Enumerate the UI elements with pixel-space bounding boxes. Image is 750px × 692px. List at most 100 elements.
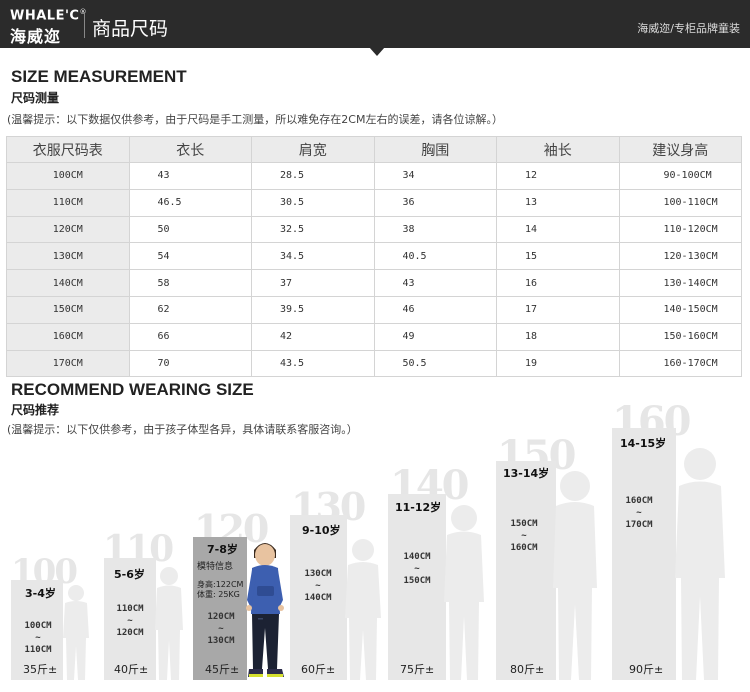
range-tilde: ~ xyxy=(218,624,224,634)
table-row: 140CM 58 37 43 16 130-140CM xyxy=(6,269,742,297)
table-cell: 39.5 xyxy=(251,295,375,324)
table-cell: 46.5 xyxy=(128,188,252,217)
height-to: 110CM xyxy=(24,645,52,655)
model-weight: 体重: 25KG xyxy=(197,590,240,599)
table-cell: 150-160CM xyxy=(618,322,742,351)
range-tilde: ~ xyxy=(315,581,321,591)
table-cell: 50.5 xyxy=(373,349,497,378)
weight-label-150: 80斤± xyxy=(510,663,545,676)
height-from: 110CM xyxy=(116,604,144,614)
table-cell: 100-110CM xyxy=(618,188,742,217)
table-cell: 32.5 xyxy=(251,215,375,244)
table-cell: 34 xyxy=(373,162,497,190)
range-tilde: ~ xyxy=(127,616,133,626)
table-cell: 62 xyxy=(128,295,252,324)
column-header-height: 建议身高 xyxy=(618,136,742,163)
range-tilde: ~ xyxy=(35,633,41,643)
child-silhouette-icon xyxy=(345,539,381,680)
age-label-100: 3-4岁 xyxy=(25,587,56,600)
table-cell: 43 xyxy=(128,162,252,190)
column-header-length: 衣长 xyxy=(128,136,252,163)
height-to: 170CM xyxy=(625,520,653,530)
wear-section-title-cn: 尺码推荐 xyxy=(11,403,60,417)
page-title: 商品尺码 xyxy=(92,18,169,40)
table-cell: 43 xyxy=(373,269,497,297)
size-section-title-en: SIZE MEASUREMENT xyxy=(11,67,187,86)
height-from: 150CM xyxy=(510,519,538,529)
weight-label-100: 35斤± xyxy=(23,663,58,676)
height-from: 160CM xyxy=(625,496,653,506)
table-cell: 160CM xyxy=(6,322,130,351)
table-cell: 120-130CM xyxy=(618,242,742,271)
header-pointer xyxy=(369,47,385,56)
table-cell: 150CM xyxy=(6,295,130,324)
height-range-140: 140CM ~150CM xyxy=(395,551,439,587)
size-bar-150 xyxy=(496,461,556,680)
table-cell: 140-150CM xyxy=(618,295,742,324)
height-from: 100CM xyxy=(24,621,52,631)
range-tilde: ~ xyxy=(414,564,420,574)
table-cell: 140CM xyxy=(6,269,130,297)
wear-section-title-en: RECOMMEND WEARING SIZE xyxy=(11,380,254,399)
brand-logo: WHALE'C® xyxy=(10,8,87,23)
height-range-110: 110CM ~120CM xyxy=(108,603,152,639)
child-silhouette-icon xyxy=(63,585,89,680)
page-header: WHALE'C® 海威迩 商品尺码 海威迩/专柜品牌童装 xyxy=(0,0,750,48)
height-from: 140CM xyxy=(403,552,431,562)
table-row: 120CM 50 32.5 38 14 110-120CM xyxy=(6,215,742,244)
table-cell: 13 xyxy=(496,188,620,217)
age-label-150: 13-14岁 xyxy=(503,467,550,480)
table-cell: 120CM xyxy=(6,215,130,244)
range-tilde: ~ xyxy=(636,508,642,518)
table-cell: 12 xyxy=(496,162,620,190)
weight-label-140: 75斤± xyxy=(400,663,435,676)
weight-label-160: 90斤± xyxy=(629,663,664,676)
store-name: 海威迩/专柜品牌童装 xyxy=(637,22,740,35)
size-bar-160 xyxy=(612,428,676,680)
height-to: 140CM xyxy=(304,593,332,603)
height-to: 160CM xyxy=(510,543,538,553)
wear-section-note: (温馨提示：以下仅供参考，由于孩子体型各异，具体请联系客服咨询。） xyxy=(7,423,358,436)
height-range-130: 130CM ~140CM xyxy=(296,568,340,604)
table-cell: 36 xyxy=(373,188,497,217)
height-range-160: 160CM ~170CM xyxy=(617,495,661,531)
height-to: 150CM xyxy=(403,576,431,586)
child-silhouette-icon xyxy=(675,448,725,680)
table-cell: 30.5 xyxy=(251,188,375,217)
table-cell: 58 xyxy=(128,269,252,297)
column-header-size: 衣服尺码表 xyxy=(6,136,130,163)
model-stats: 身高:122CM 体重: 25KG xyxy=(197,580,243,600)
height-from: 130CM xyxy=(304,569,332,579)
table-row: 160CM 66 42 49 18 150-160CM xyxy=(6,322,742,351)
table-cell: 42 xyxy=(251,322,375,351)
table-row: 110CM 46.5 30.5 36 13 100-110CM xyxy=(6,188,742,217)
table-cell: 37 xyxy=(251,269,375,297)
table-cell: 18 xyxy=(496,322,620,351)
height-range-120: 120CM ~130CM xyxy=(199,611,243,647)
table-cell: 90-100CM xyxy=(618,162,742,190)
table-cell: 66 xyxy=(128,322,252,351)
age-label-130: 9-10岁 xyxy=(302,524,341,537)
range-tilde: ~ xyxy=(521,531,527,541)
brand-name-en: WHALE'C xyxy=(10,8,80,24)
height-to: 120CM xyxy=(116,628,144,638)
size-section-note: (温馨提示：以下数据仅供参考，由于尺码是手工测量，所以难免存在2CM左右的误差，… xyxy=(7,113,503,126)
child-silhouette-icon xyxy=(444,505,484,680)
weight-label-120: 45斤± xyxy=(205,663,240,676)
table-cell: 160-170CM xyxy=(618,349,742,378)
height-to: 130CM xyxy=(207,636,235,646)
table-row: 100CM 43 28.5 34 12 90-100CM xyxy=(6,162,742,190)
table-cell: 100CM xyxy=(6,162,130,190)
table-cell: 49 xyxy=(373,322,497,351)
child-silhouette-icon xyxy=(155,567,183,680)
table-row: 150CM 62 39.5 46 17 140-150CM xyxy=(6,295,742,324)
table-cell: 54 xyxy=(128,242,252,271)
size-section-title-cn: 尺码测量 xyxy=(11,91,60,105)
column-header-shoulder: 肩宽 xyxy=(251,136,375,163)
model-info-label: 模特信息 xyxy=(197,562,234,572)
table-cell: 130CM xyxy=(6,242,130,271)
table-cell: 16 xyxy=(496,269,620,297)
table-cell: 38 xyxy=(373,215,497,244)
table-cell: 110-120CM xyxy=(618,215,742,244)
table-cell: 14 xyxy=(496,215,620,244)
